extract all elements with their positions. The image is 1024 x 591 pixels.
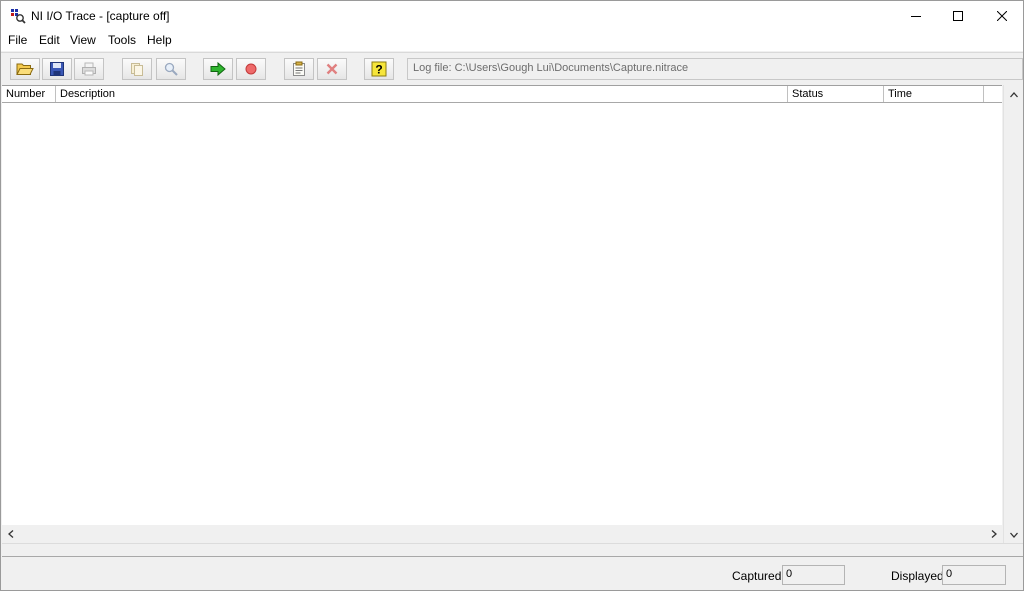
chevron-up-icon	[1009, 91, 1018, 97]
menu-help[interactable]: Help	[147, 33, 172, 47]
chevron-right-icon	[991, 530, 997, 538]
maximize-button[interactable]	[935, 1, 981, 31]
separator-strip	[2, 543, 1023, 557]
help-icon: ?	[371, 61, 387, 77]
column-header-description[interactable]: Description	[56, 86, 788, 102]
title-bar[interactable]: NI I/O Trace - [capture off]	[1, 1, 1023, 31]
scroll-down-button[interactable]	[1004, 526, 1023, 543]
print-icon	[82, 62, 96, 76]
save-button[interactable]	[42, 58, 72, 80]
menu-tools[interactable]: Tools	[108, 33, 136, 47]
save-disk-icon	[50, 62, 64, 76]
copy-icon	[131, 63, 143, 76]
ni-io-trace-icon	[10, 8, 26, 24]
column-header-time[interactable]: Time	[884, 86, 984, 102]
displayed-count: 0	[942, 565, 1006, 585]
close-icon	[997, 11, 1007, 21]
find-icon	[164, 62, 178, 76]
menu-edit[interactable]: Edit	[39, 33, 60, 47]
start-capture-icon	[210, 62, 226, 76]
minimize-button[interactable]	[893, 1, 939, 31]
scroll-left-button[interactable]	[2, 525, 19, 543]
svg-text:?: ?	[375, 63, 382, 77]
scroll-right-button[interactable]	[985, 525, 1002, 543]
close-button[interactable]	[979, 1, 1024, 31]
status-bar: Captured 0 Displayed 0	[1, 558, 1023, 590]
displayed-label: Displayed	[891, 569, 944, 583]
scroll-up-button[interactable]	[1004, 86, 1023, 103]
open-button[interactable]	[10, 58, 40, 80]
captured-count: 0	[782, 565, 845, 585]
vertical-scrollbar[interactable]	[1003, 85, 1023, 543]
list-header: Number Description Status Time	[2, 86, 1002, 103]
stop-capture-button[interactable]	[236, 58, 266, 80]
trace-list[interactable]: Number Description Status Time	[2, 85, 1002, 543]
menu-view[interactable]: View	[70, 33, 96, 47]
properties-icon	[293, 61, 305, 76]
print-button[interactable]	[74, 58, 104, 80]
menu-file[interactable]: File	[8, 33, 27, 47]
clear-button[interactable]	[317, 58, 347, 80]
start-capture-button[interactable]	[203, 58, 233, 80]
chevron-down-icon	[1009, 532, 1018, 538]
toolbar: ? Log file: C:\Users\Gough Lui\Documents…	[1, 52, 1023, 84]
horizontal-scrollbar[interactable]	[2, 525, 1002, 543]
open-folder-icon	[16, 63, 34, 75]
stop-capture-icon	[245, 63, 257, 75]
properties-button[interactable]	[284, 58, 314, 80]
help-button[interactable]: ?	[364, 58, 394, 80]
window-title: NI I/O Trace - [capture off]	[31, 9, 170, 23]
chevron-left-icon	[7, 530, 13, 538]
minimize-icon	[911, 16, 921, 17]
log-file-field: Log file: C:\Users\Gough Lui\Documents\C…	[407, 58, 1023, 80]
captured-label: Captured	[732, 569, 782, 583]
menu-bar: File Edit View Tools Help	[1, 31, 1023, 51]
column-header-status[interactable]: Status	[788, 86, 884, 102]
maximize-icon	[953, 11, 963, 21]
copy-button[interactable]	[122, 58, 152, 80]
app-window: NI I/O Trace - [capture off] File Edit V…	[0, 0, 1024, 591]
column-header-number[interactable]: Number	[2, 86, 56, 102]
find-button[interactable]	[156, 58, 186, 80]
clear-icon	[326, 63, 338, 75]
